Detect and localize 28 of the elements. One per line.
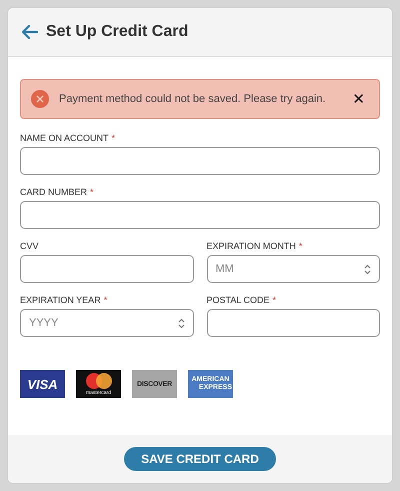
select-field[interactable]: YYYY xyxy=(20,309,194,337)
visa-logo: VISA xyxy=(20,370,65,398)
required-mark: * xyxy=(90,187,94,197)
input-field[interactable] xyxy=(20,255,194,283)
close-button[interactable]: ✕ xyxy=(348,90,369,108)
required-mark: * xyxy=(104,295,108,305)
input-field[interactable] xyxy=(20,147,380,175)
required-mark: * xyxy=(298,241,302,251)
field-label: CVV xyxy=(20,241,39,251)
error-message: Payment method could not be saved. Please try again. xyxy=(59,93,327,105)
field-label: EXPIRATION MONTH xyxy=(206,241,296,251)
required-mark: * xyxy=(112,133,116,143)
error-icon xyxy=(31,90,49,108)
save-button[interactable]: SAVE CREDIT CARD xyxy=(124,447,276,471)
field-label: POSTAL CODE xyxy=(206,295,270,305)
field-label: EXPIRATION YEAR xyxy=(20,295,101,305)
back-arrow-icon[interactable] xyxy=(22,25,38,39)
input-field[interactable] xyxy=(206,309,380,337)
chevron-updown-icon xyxy=(178,318,184,328)
select-placeholder: YYYY xyxy=(29,317,58,329)
page-title: Set Up Credit Card xyxy=(46,23,188,41)
input-field[interactable] xyxy=(20,201,380,229)
select-field[interactable]: MM xyxy=(206,255,380,283)
field-label: NAME ON ACCOUNT xyxy=(20,133,109,143)
field-label: CARD NUMBER xyxy=(20,187,88,197)
required-mark: * xyxy=(272,295,276,305)
chevron-updown-icon xyxy=(364,264,371,274)
select-placeholder: MM xyxy=(216,263,234,275)
